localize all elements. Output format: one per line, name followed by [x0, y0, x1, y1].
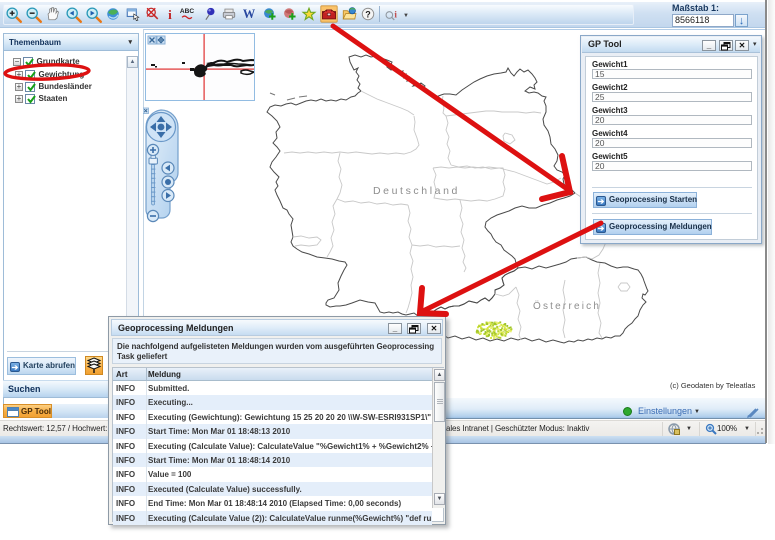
svg-text:?: ? [365, 9, 371, 19]
svg-text:ABC: ABC [180, 8, 194, 15]
svg-text:▼: ▼ [403, 13, 409, 19]
svg-text:i: i [394, 9, 397, 20]
svg-text:i: i [168, 7, 172, 22]
svg-text:W: W [243, 7, 256, 21]
